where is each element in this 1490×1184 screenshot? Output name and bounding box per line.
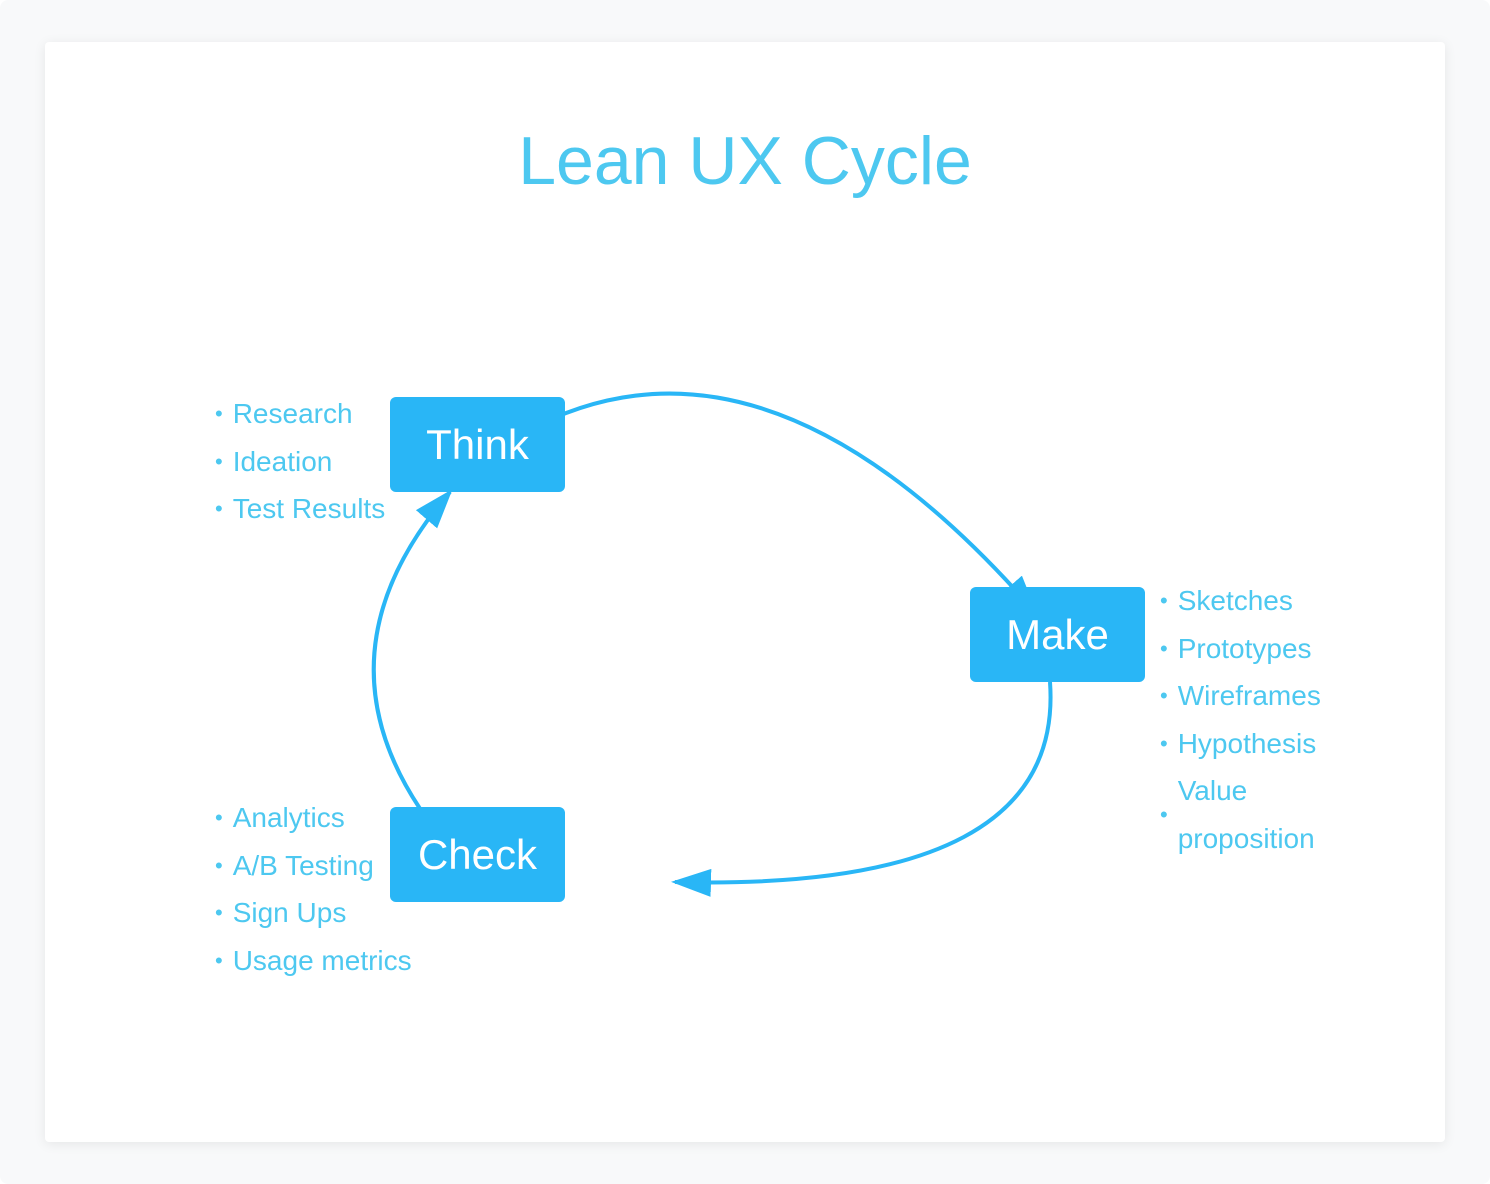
- list-item: Prototypes: [1160, 625, 1321, 673]
- list-item: Hypothesis: [1160, 720, 1321, 768]
- make-node: Make: [970, 587, 1145, 682]
- check-list: Analytics A/B Testing Sign Ups Usage met…: [215, 794, 412, 984]
- list-item: Ideation: [215, 438, 385, 486]
- diagram: Think Make Check Research Ideation Test …: [195, 242, 1295, 1062]
- list-item: Analytics: [215, 794, 412, 842]
- list-item: Test Results: [215, 485, 385, 533]
- think-list: Research Ideation Test Results: [215, 390, 385, 533]
- think-label: Think: [426, 421, 529, 469]
- list-item: Research: [215, 390, 385, 438]
- think-node: Think: [390, 397, 565, 492]
- make-list: Sketches Prototypes Wireframes Hypothesi…: [1160, 577, 1321, 863]
- check-node: Check: [390, 807, 565, 902]
- list-item: Value proposition: [1160, 767, 1321, 862]
- page-wrapper: Lean UX Cycle: [0, 0, 1490, 1184]
- list-item: Wireframes: [1160, 672, 1321, 720]
- page-title: Lean UX Cycle: [45, 122, 1445, 200]
- list-item: Usage metrics: [215, 937, 412, 985]
- list-item: A/B Testing: [215, 842, 412, 890]
- list-item: Sign Ups: [215, 889, 412, 937]
- list-item: Sketches: [1160, 577, 1321, 625]
- make-label: Make: [1006, 611, 1109, 659]
- check-label: Check: [418, 831, 537, 879]
- slide: Lean UX Cycle: [45, 42, 1445, 1142]
